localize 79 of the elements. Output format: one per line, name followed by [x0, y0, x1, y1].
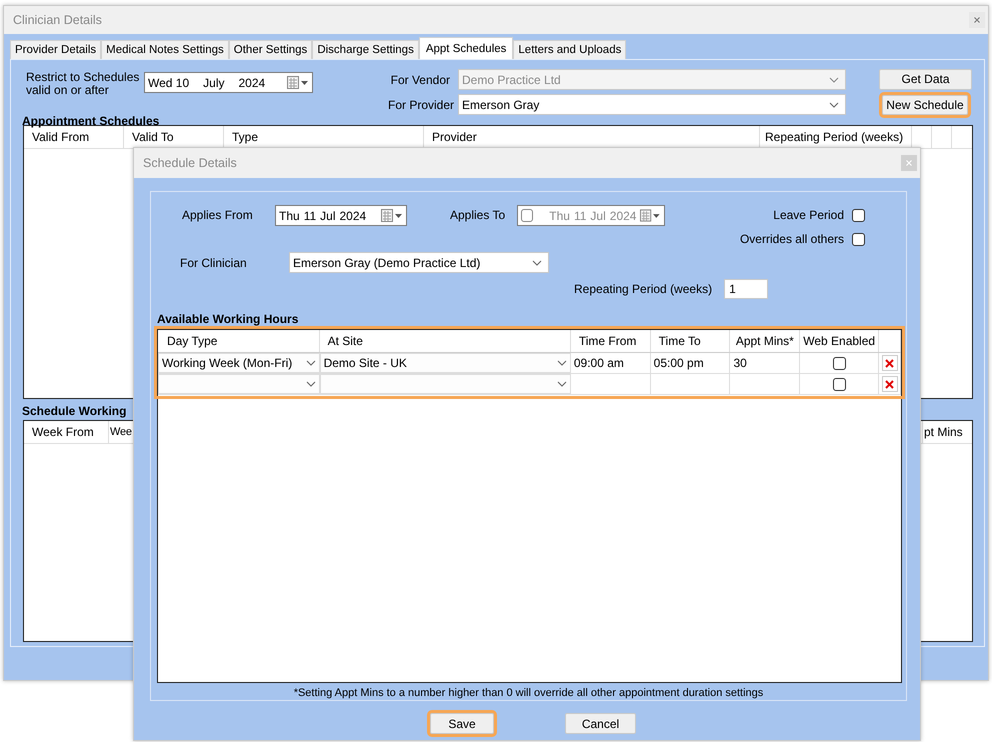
chevron-down-icon [829, 76, 839, 82]
delete-icon [885, 380, 894, 388]
close-icon [906, 160, 912, 166]
checkbox[interactable] [832, 378, 846, 390]
tab[interactable]: Discharge Settings [312, 40, 419, 59]
chevron-down-icon [829, 102, 839, 108]
dialog-title: Schedule Details [143, 156, 237, 170]
section-title: Schedule Working [21, 405, 128, 418]
provider-dropdown[interactable]: Emerson Gray [458, 94, 846, 115]
column-header: Time To [650, 330, 730, 352]
column-header: Web Enabled [800, 330, 880, 352]
date-part: Jul [320, 208, 336, 222]
tab[interactable]: Appt Schedules [418, 37, 514, 59]
date-part: 2024 [610, 208, 636, 222]
date-picker[interactable]: Wed 10 July 2024 [144, 72, 313, 93]
provider-label: For Provider [388, 98, 456, 112]
date-part: Wed 10 [148, 76, 190, 90]
footnote: *Setting Appt Mins to a number higher than 0 will override all other appointment duration settings [292, 687, 764, 699]
cell-dropdown[interactable] [158, 374, 320, 394]
tab[interactable]: Other Settings [228, 40, 312, 59]
field-label: Repeating Period (weeks) [574, 282, 712, 296]
calendar-dropdown-icon [640, 209, 661, 222]
chevron-down-icon [306, 360, 316, 366]
cell-dropdown[interactable]: Demo Site - UK [320, 353, 571, 373]
calendar-dropdown-icon [287, 76, 309, 89]
delete-button[interactable] [882, 355, 898, 371]
column-header: Appt Mins* [730, 330, 800, 352]
vendor-label: For Vendor [390, 72, 451, 86]
checkbox-label: Overrides all others [740, 232, 844, 246]
close-button[interactable] [969, 12, 985, 28]
field-label: Applies To [450, 207, 506, 224]
action-button[interactable]: Save [430, 713, 494, 734]
chevron-down-icon [556, 381, 567, 387]
date-part: 11 [304, 208, 316, 222]
date-part: 2024 [340, 208, 366, 222]
checkbox[interactable] [852, 208, 865, 222]
table-cell: 09:00 am [570, 353, 651, 373]
input-field[interactable]: 1 [724, 278, 768, 298]
delete-icon [885, 358, 894, 368]
checkbox[interactable] [832, 356, 846, 370]
cell-dropdown[interactable] [320, 374, 571, 394]
action-button[interactable]: Get Data [879, 69, 972, 90]
date-picker[interactable]: Thu 11 Jul 2024 [275, 205, 407, 226]
filter-label: Restrict to Schedules valid on or after [26, 69, 140, 99]
date-part: 2024 [238, 76, 266, 90]
close-icon [974, 17, 980, 23]
date-part: Thu [549, 208, 570, 222]
column-header: Valid From [24, 126, 124, 148]
chevron-down-icon [306, 381, 316, 387]
date-part: Thu [279, 208, 300, 222]
tab[interactable]: Letters and Uploads [513, 40, 626, 59]
date-part: Jul [590, 208, 606, 222]
action-button[interactable]: Cancel [565, 713, 636, 734]
field-label: For Clinician [180, 256, 248, 270]
section-title: Available Working Hours [156, 313, 300, 326]
checkbox[interactable] [852, 232, 865, 246]
column-header: Time From [570, 330, 651, 352]
column-header: Day Type [158, 330, 320, 352]
chevron-down-icon [532, 260, 542, 266]
table-cell: 05:00 pm [650, 353, 730, 373]
field-label: Applies From [182, 207, 254, 224]
tab[interactable]: Medical Notes Settings [101, 40, 229, 59]
date-part: 11 [574, 208, 586, 222]
checkbox[interactable] [521, 209, 534, 222]
calendar-dropdown-icon [381, 209, 403, 222]
column-header: At Site [320, 330, 571, 352]
chevron-down-icon [556, 360, 567, 366]
column-header: pt Mins [922, 421, 972, 443]
clinician-dropdown[interactable]: Emerson Gray (Demo Practice Ltd) [289, 252, 549, 273]
window-title: Clinician Details [13, 13, 102, 27]
action-button[interactable]: New Schedule [882, 94, 968, 115]
checkbox-label: Leave Period [773, 208, 844, 222]
section-title: Appointment Schedules [21, 115, 160, 128]
cell-dropdown[interactable]: Working Week (Mon-Fri) [158, 353, 320, 373]
column-header: Week From [24, 421, 109, 443]
delete-button[interactable] [882, 376, 898, 392]
date-part: July [203, 76, 224, 90]
table-cell: 30 [730, 353, 800, 373]
tab[interactable]: Provider Details [10, 40, 102, 59]
